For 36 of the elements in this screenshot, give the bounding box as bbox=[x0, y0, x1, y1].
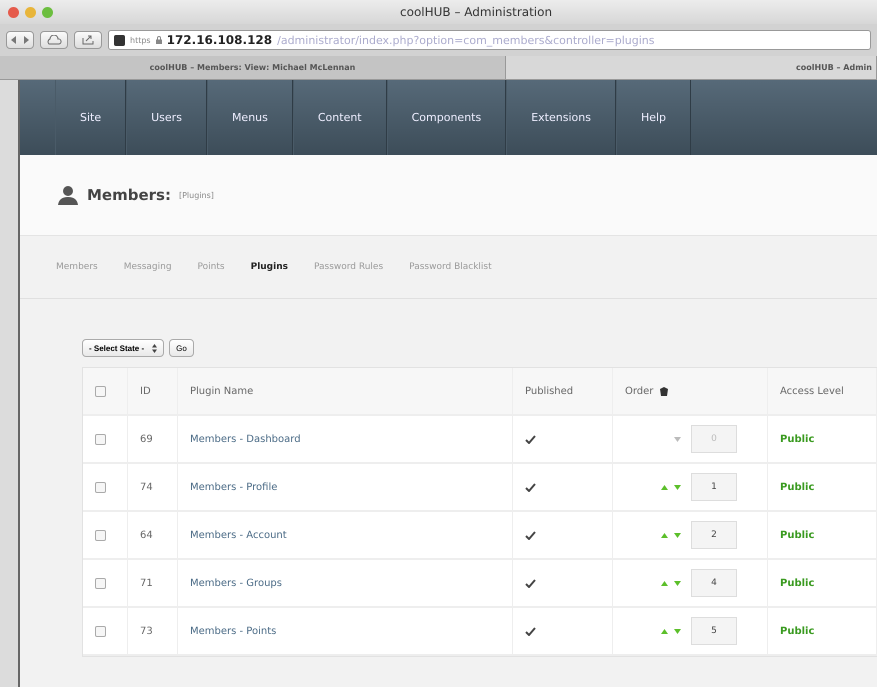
id-text: 64 bbox=[140, 530, 153, 540]
order-field[interactable]: 2 bbox=[691, 521, 737, 549]
browser-tab[interactable]: coolHUB – Members: View: Michael McLennan bbox=[0, 56, 506, 79]
browser-tab[interactable]: coolHUB – Admin bbox=[506, 56, 877, 79]
plugin-link[interactable]: Members - Dashboard bbox=[190, 434, 301, 444]
access-level: Public bbox=[780, 578, 814, 588]
url-host: 172.16.108.128 bbox=[166, 33, 272, 47]
page-title: Members: bbox=[87, 186, 171, 204]
url-path: /administrator/index.php?option=com_members&controller=plugins bbox=[277, 34, 655, 46]
column-header: Plugin Name bbox=[190, 386, 254, 396]
access-level: Public bbox=[780, 434, 814, 444]
subnav-tab[interactable]: Plugins bbox=[250, 262, 288, 272]
column-header: Published bbox=[525, 386, 574, 396]
window-title: coolHUB – Administration bbox=[400, 5, 552, 19]
id-text: 73 bbox=[140, 626, 153, 636]
column-header: ID bbox=[140, 386, 151, 396]
order-field[interactable]: 1 bbox=[691, 473, 737, 501]
plugin-link[interactable]: Members - Points bbox=[190, 626, 276, 636]
state-select[interactable]: - Select State - bbox=[82, 339, 164, 357]
page-subtitle: [Plugins] bbox=[178, 190, 214, 200]
access-level: Public bbox=[780, 626, 814, 636]
url-scheme: https bbox=[130, 36, 151, 44]
id-text: 71 bbox=[140, 578, 153, 588]
order-field[interactable]: 5 bbox=[691, 617, 737, 645]
id-text: 74 bbox=[140, 482, 153, 492]
plugin-link[interactable]: Members - Account bbox=[190, 530, 287, 540]
plugin-link[interactable]: Members - Groups bbox=[190, 578, 282, 588]
column-header: Order bbox=[625, 386, 654, 396]
address-field[interactable]: https 172.16.108.128 /administrator/index.php?option=com_members&controller=plugins bbox=[108, 30, 871, 50]
column-header: Access Level bbox=[780, 386, 844, 396]
order-field[interactable]: 4 bbox=[691, 569, 737, 597]
id-text: 69 bbox=[140, 434, 153, 444]
plugin-link[interactable]: Members - Profile bbox=[190, 482, 278, 492]
go-button[interactable]: Go bbox=[169, 339, 194, 357]
access-level: Public bbox=[780, 482, 814, 492]
access-level: Public bbox=[780, 530, 814, 540]
